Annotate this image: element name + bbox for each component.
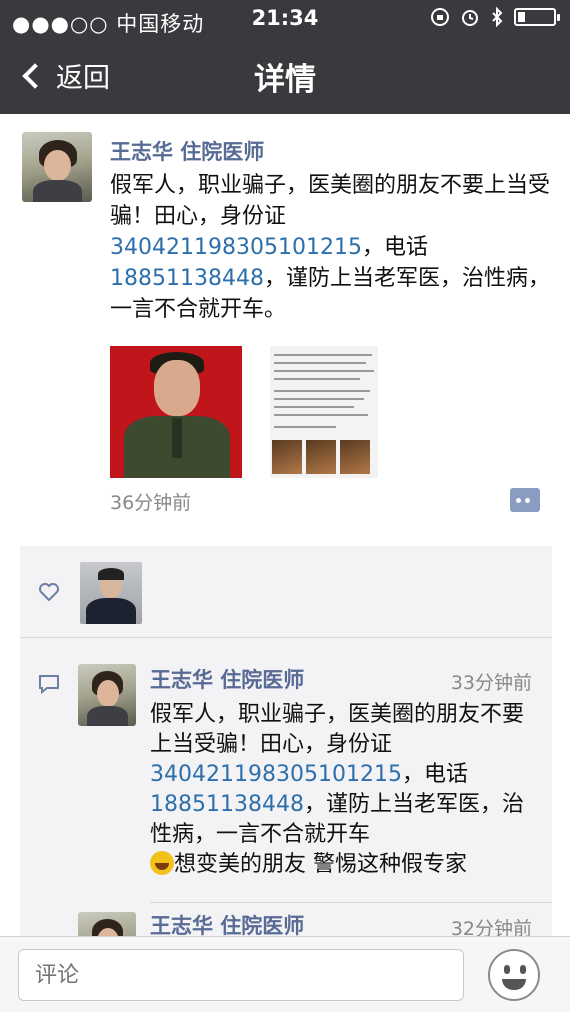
commenter-name[interactable]: 王志华 住院医师 [150, 664, 304, 694]
comment-action-button[interactable] [510, 488, 540, 512]
laughing-emoji-icon [150, 851, 174, 875]
nav-bar: 返回 详情 [0, 40, 570, 110]
commenter-avatar[interactable] [78, 664, 136, 726]
id-number-link[interactable]: 340421198305101215 [110, 235, 362, 260]
phone-link[interactable]: 18851138448 [110, 266, 264, 291]
commenter-name[interactable]: 王志华 住院医师 [150, 910, 304, 936]
status-bar: ●●●○○ 中国移动 21:34 [0, 0, 570, 36]
likes-row [20, 546, 552, 638]
comment-time: 33分钟前 [450, 672, 532, 694]
heart-icon [39, 583, 59, 602]
liker-avatar[interactable] [80, 562, 142, 624]
moment-post: 王志华 住院医师 假军人，职业骗子，医美圈的朋友不要上当受骗！田心，身份证340… [0, 114, 570, 526]
post-text: 假军人，职业骗子，医美圈的朋友不要上当受骗！田心，身份证340421198305… [110, 173, 551, 322]
rotation-lock-icon [431, 8, 449, 26]
battery-icon [514, 8, 560, 26]
comment-input[interactable] [18, 949, 464, 1001]
comment-text: 假军人，职业骗子，医美圈的朋友不要上当受骗！田心，身份证340421198305… [150, 702, 525, 877]
comment-bubble-icon [39, 675, 59, 694]
comment-divider [150, 902, 552, 903]
comment-time: 32分钟前 [450, 918, 532, 936]
emoji-button[interactable] [488, 949, 540, 1001]
post-photo-soldier[interactable] [110, 346, 242, 478]
status-icons [430, 7, 560, 27]
alarm-icon [462, 10, 478, 26]
phone-link[interactable]: 18851138448 [150, 792, 304, 817]
page-title: 详情 [254, 62, 316, 98]
post-time: 36分钟前 [110, 492, 192, 514]
commenter-avatar[interactable] [78, 912, 136, 936]
post-photo-screenshot[interactable] [270, 346, 378, 478]
top-bar: ●●●○○ 中国移动 21:34 返回 详情 [0, 0, 570, 114]
comment-input-bar [0, 936, 570, 1012]
author-avatar[interactable] [22, 132, 92, 202]
author-name[interactable]: 王志华 住院医师 [110, 136, 264, 166]
bluetooth-icon [492, 7, 503, 27]
likes-comments-panel: 王志华 住院医师 33分钟前 假军人，职业骗子，医美圈的朋友不要上当受骗！田心，… [20, 546, 552, 936]
id-number-link[interactable]: 340421198305101215 [150, 762, 402, 787]
